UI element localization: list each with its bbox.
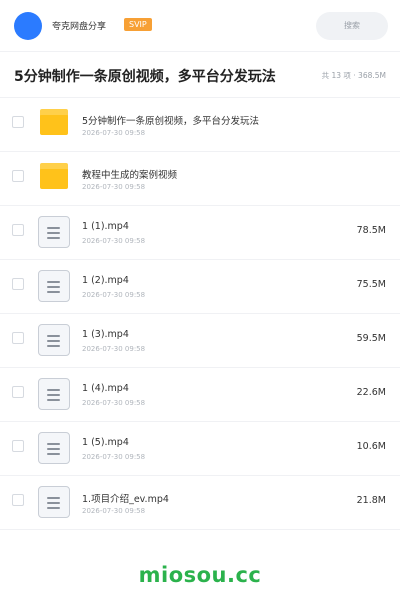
file-name[interactable]: 1.项目介绍_ev.mp4 bbox=[82, 491, 169, 505]
list-item[interactable]: 1.项目介绍_ev.mp4 2026-07-30 09:58 21.8M bbox=[0, 476, 400, 530]
list-item[interactable]: 5分钟制作一条原创视频，多平台分发玩法 2026-07-30 09:58 bbox=[0, 98, 400, 152]
list-item[interactable]: 1 (4).mp4 2026-07-30 09:58 22.6M bbox=[0, 368, 400, 422]
file-size: 21.8M bbox=[356, 495, 386, 506]
document-icon bbox=[38, 216, 70, 248]
row-checkbox[interactable] bbox=[12, 116, 24, 128]
list-item[interactable]: 1 (5).mp4 2026-07-30 09:58 10.6M bbox=[0, 422, 400, 476]
file-name[interactable]: 1 (1).mp4 bbox=[82, 221, 129, 232]
row-checkbox[interactable] bbox=[12, 224, 24, 236]
file-name[interactable]: 教程中生成的案例视频 bbox=[82, 167, 177, 181]
search-input[interactable]: 搜索 bbox=[316, 12, 388, 40]
list-item[interactable]: 1 (1).mp4 2026-07-30 09:58 78.5M bbox=[0, 206, 400, 260]
row-checkbox[interactable] bbox=[12, 386, 24, 398]
folder-title-row: 5分钟制作一条原创视频，多平台分发玩法 共 13 项 · 368.5M bbox=[0, 52, 400, 98]
file-size: 22.6M bbox=[356, 387, 386, 398]
list-item[interactable]: 1 (3).mp4 2026-07-30 09:58 59.5M bbox=[0, 314, 400, 368]
file-date: 2026-07-30 09:58 bbox=[82, 129, 146, 137]
folder-icon bbox=[38, 108, 70, 140]
file-date: 2026-07-30 09:58 bbox=[82, 237, 146, 245]
avatar[interactable] bbox=[14, 12, 42, 40]
file-size: 75.5M bbox=[356, 279, 386, 290]
document-icon bbox=[38, 324, 70, 356]
row-checkbox[interactable] bbox=[12, 494, 24, 506]
file-name[interactable]: 1 (5).mp4 bbox=[82, 437, 129, 448]
document-icon bbox=[38, 270, 70, 302]
file-date: 2026-07-30 09:58 bbox=[82, 453, 146, 461]
document-icon bbox=[38, 432, 70, 464]
share-title: 夸克网盘分享 bbox=[52, 22, 107, 32]
folder-icon bbox=[38, 162, 70, 194]
page-title: 5分钟制作一条原创视频，多平台分发玩法 bbox=[14, 69, 276, 85]
header-bar: 夸克网盘分享 SVIP 搜索 bbox=[0, 0, 400, 52]
file-name[interactable]: 5分钟制作一条原创视频，多平台分发玩法 bbox=[82, 113, 259, 127]
file-date: 2026-07-30 09:58 bbox=[82, 183, 146, 191]
row-checkbox[interactable] bbox=[12, 332, 24, 344]
file-date: 2026-07-30 09:58 bbox=[82, 507, 146, 515]
document-icon bbox=[38, 378, 70, 410]
watermark: miosou.cc bbox=[138, 563, 262, 587]
file-size: 78.5M bbox=[356, 225, 386, 236]
file-name[interactable]: 1 (3).mp4 bbox=[82, 329, 129, 340]
document-icon bbox=[38, 486, 70, 518]
list-item[interactable]: 1 (2).mp4 2026-07-30 09:58 75.5M bbox=[0, 260, 400, 314]
file-name[interactable]: 1 (2).mp4 bbox=[82, 275, 129, 286]
file-date: 2026-07-30 09:58 bbox=[82, 291, 146, 299]
file-size: 10.6M bbox=[356, 441, 386, 452]
file-name[interactable]: 1 (4).mp4 bbox=[82, 383, 129, 394]
row-checkbox[interactable] bbox=[12, 278, 24, 290]
row-checkbox[interactable] bbox=[12, 170, 24, 182]
folder-meta: 共 13 项 · 368.5M bbox=[321, 71, 386, 80]
list-item[interactable]: 教程中生成的案例视频 2026-07-30 09:58 bbox=[0, 152, 400, 206]
row-checkbox[interactable] bbox=[12, 440, 24, 452]
file-date: 2026-07-30 09:58 bbox=[82, 399, 146, 407]
file-list: 5分钟制作一条原创视频，多平台分发玩法 2026-07-30 09:58 教程中… bbox=[0, 98, 400, 530]
svip-badge: SVIP bbox=[124, 18, 152, 31]
file-size: 59.5M bbox=[356, 333, 386, 344]
file-date: 2026-07-30 09:58 bbox=[82, 345, 146, 353]
share-page: 夸克网盘分享 SVIP 搜索 5分钟制作一条原创视频，多平台分发玩法 共 13 … bbox=[0, 0, 400, 600]
